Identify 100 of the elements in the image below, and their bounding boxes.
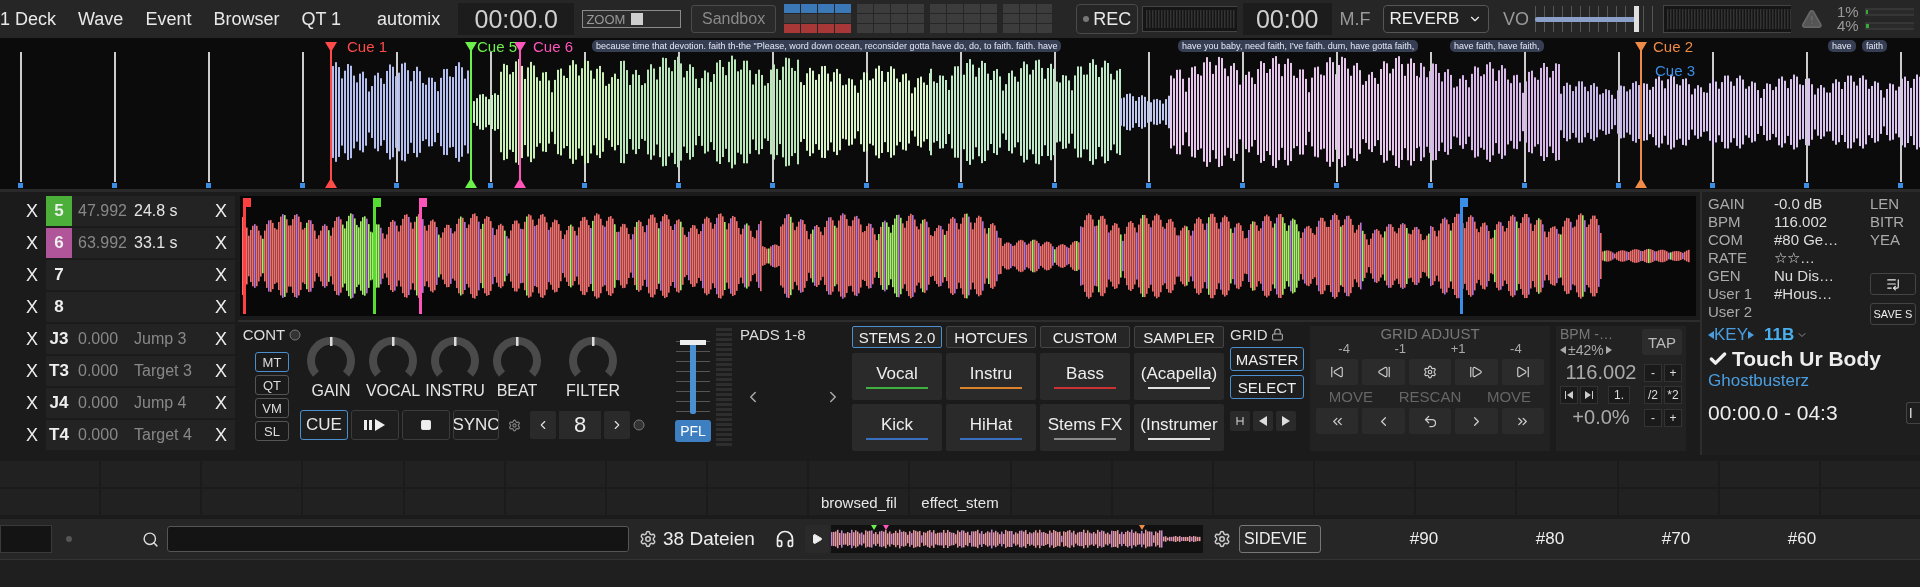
mode-button[interactable]: VM	[255, 398, 289, 418]
pad-button[interactable]: (Instrumer	[1134, 404, 1224, 451]
cue-row[interactable]: 6 63.992 33.1 s X	[46, 228, 235, 258]
double-button[interactable]: *2	[1664, 386, 1682, 404]
effect-dropdown[interactable]: REVERB	[1382, 5, 1490, 33]
pitch-minus-button[interactable]: -	[1644, 408, 1662, 427]
layout-icon[interactable]	[784, 4, 854, 34]
menu-item[interactable]: 1 Deck	[0, 8, 57, 30]
remove-button[interactable]: X	[0, 296, 46, 318]
left-icon[interactable]	[1560, 346, 1566, 354]
play-button[interactable]	[804, 525, 829, 553]
search-field[interactable]	[167, 526, 629, 552]
pad-button[interactable]: Bass	[1040, 353, 1130, 400]
slot-button[interactable]: browsed_fil	[809, 489, 909, 515]
cue-row[interactable]: J4 0.000 Jump 4 X	[46, 388, 235, 418]
pad-tab[interactable]: HOTCUES	[946, 326, 1036, 348]
menu-item[interactable]: QT 1	[301, 8, 342, 30]
delete-button[interactable]: X	[215, 424, 235, 446]
pad-button[interactable]: (Acapella)	[1134, 353, 1224, 400]
headphones-icon[interactable]	[774, 529, 795, 549]
loop-up-button[interactable]	[604, 411, 630, 439]
remove-button[interactable]: X	[0, 264, 46, 286]
half-button[interactable]: /2	[1644, 386, 1662, 404]
grid-right-button[interactable]	[1276, 411, 1296, 431]
key-value[interactable]: 11B	[1764, 325, 1795, 345]
delete-button[interactable]: X	[215, 264, 235, 286]
zoom-slider[interactable]: ZOOM	[582, 10, 681, 28]
grid-adjust-button[interactable]	[1316, 359, 1359, 385]
delete-button[interactable]: X	[215, 360, 235, 382]
grid-button[interactable]: SELECT	[1230, 375, 1304, 399]
grid-move-button[interactable]	[1316, 408, 1359, 434]
grid-move-button[interactable]	[1501, 408, 1545, 434]
menu-item[interactable]: Browser	[213, 8, 280, 30]
cue-row[interactable]: J3 0.000 Jump 3 X	[46, 324, 235, 354]
loop-down-button[interactable]	[530, 411, 556, 439]
delete-button[interactable]: X	[215, 296, 235, 318]
grid-left-button[interactable]	[1253, 411, 1273, 431]
settings-icon[interactable]	[639, 530, 657, 548]
nudge-button[interactable]	[1560, 386, 1578, 404]
right-icon[interactable]	[1605, 346, 1612, 354]
stop-button[interactable]	[402, 410, 450, 440]
pad-button[interactable]: Kick	[852, 404, 942, 451]
slider-thumb[interactable]	[631, 13, 644, 25]
menu-item[interactable]: Event	[145, 8, 192, 30]
mode-button[interactable]: QT	[255, 375, 289, 395]
remove-button[interactable]: X	[0, 328, 46, 350]
grid-adjust-button[interactable]	[1362, 359, 1405, 385]
grid-move-button[interactable]	[1408, 408, 1452, 434]
column-header[interactable]: #90	[1360, 529, 1487, 549]
rewind-button[interactable]	[1906, 402, 1920, 424]
pad-tab[interactable]: CUSTOM	[1040, 326, 1130, 348]
pad-tab[interactable]: STEMS 2.0	[852, 326, 942, 348]
column-header[interactable]: #70	[1612, 529, 1739, 549]
settings-icon[interactable]	[508, 418, 521, 432]
mode-button[interactable]: SL	[255, 421, 289, 441]
remove-button[interactable]: X	[0, 392, 46, 414]
save-button[interactable]: SAVE S	[1870, 303, 1916, 325]
cue-row[interactable]: 5 47.992 24.8 s X	[46, 196, 235, 226]
bpm-minus-button[interactable]: -	[1644, 363, 1662, 382]
settings-icon[interactable]	[1212, 530, 1231, 548]
list-button[interactable]	[1870, 273, 1916, 295]
cue-row[interactable]: 7 X	[46, 260, 235, 290]
grid-button[interactable]: MASTER	[1230, 347, 1304, 371]
pfl-button[interactable]: PFL	[675, 420, 711, 442]
remove-button[interactable]: X	[0, 232, 46, 254]
nudge-button[interactable]	[1580, 386, 1598, 404]
column-header[interactable]: #60	[1738, 529, 1865, 549]
cue-row[interactable]: 8 X	[46, 292, 235, 322]
pad-tab[interactable]: SAMPLER	[1134, 326, 1224, 348]
bpm-plus-button[interactable]: +	[1664, 363, 1682, 382]
remove-button[interactable]: X	[0, 200, 46, 222]
right-icon[interactable]	[1748, 331, 1755, 339]
grid-adjust-button[interactable]	[1455, 359, 1498, 385]
slider-thumb[interactable]	[680, 340, 706, 346]
grid-button[interactable]	[1230, 411, 1250, 431]
sandbox-button[interactable]: Sandbox	[690, 5, 777, 33]
remove-button[interactable]: X	[0, 360, 46, 382]
play-pause-button[interactable]	[351, 410, 399, 440]
grid-adjust-button[interactable]	[1501, 359, 1545, 385]
grid-adjust-button[interactable]	[1408, 359, 1452, 385]
slider-thumb[interactable]	[1633, 6, 1639, 32]
column-header[interactable]: #80	[1486, 529, 1613, 549]
delete-button[interactable]: X	[215, 200, 235, 222]
left-icon[interactable]	[1708, 331, 1714, 339]
sideview-button[interactable]: SIDEVIE	[1238, 525, 1321, 553]
mode-button[interactable]: MT	[255, 352, 289, 372]
input-field[interactable]	[0, 525, 52, 553]
slot-button[interactable]: effect_stem	[910, 489, 1010, 515]
delete-button[interactable]: X	[215, 328, 235, 350]
pitch-plus-button[interactable]: +	[1664, 408, 1682, 427]
tap-button[interactable]: TAP	[1642, 329, 1682, 355]
menu-item[interactable]: Wave	[78, 8, 124, 30]
pad-button[interactable]: Instru	[946, 353, 1036, 400]
menu-item[interactable]: automix	[377, 8, 441, 30]
cue-button[interactable]: CUE	[300, 410, 348, 440]
remove-button[interactable]: X	[0, 424, 46, 446]
cue-row[interactable]: T4 0.000 Target 4 X	[46, 420, 235, 450]
pad-button[interactable]: Stems FX	[1040, 404, 1130, 451]
delete-button[interactable]: X	[215, 392, 235, 414]
cue-row[interactable]: T3 0.000 Target 3 X	[46, 356, 235, 386]
